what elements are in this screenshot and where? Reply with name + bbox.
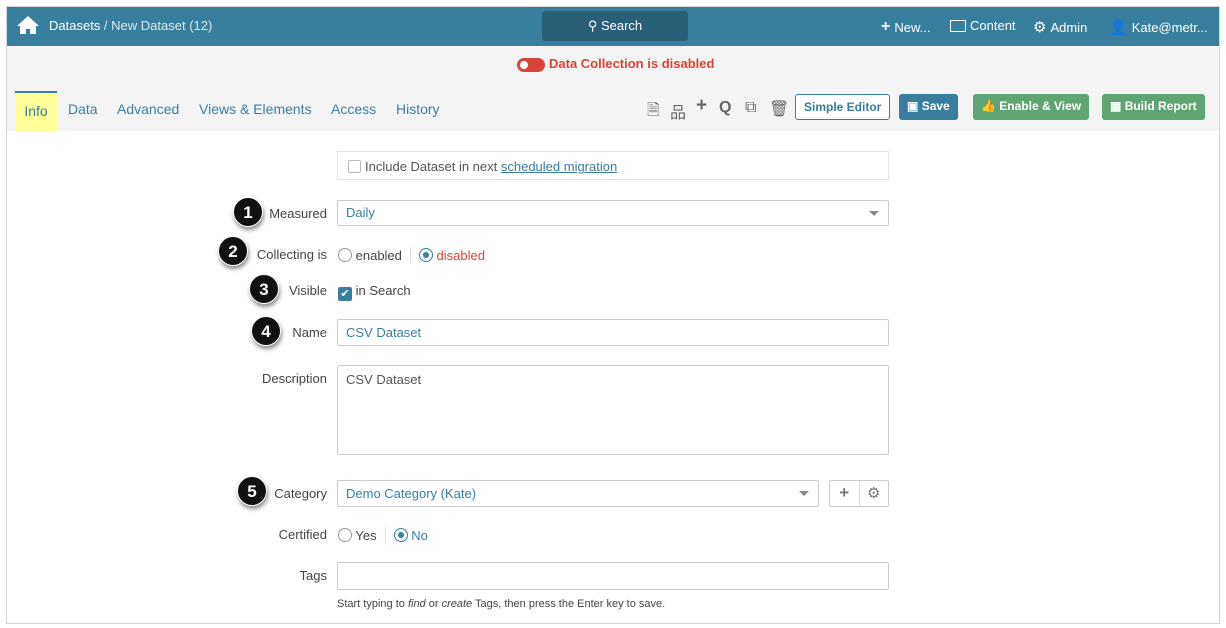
search-button[interactable]: ⚲ Search	[542, 11, 688, 41]
enable-view-label: Enable & View	[999, 99, 1082, 113]
help-text-part: Tags, then press the Enter key to save.	[472, 598, 666, 610]
divider	[384, 527, 386, 543]
tab-views-elements[interactable]: Views & Elements	[199, 101, 312, 117]
folder-icon	[950, 19, 966, 32]
enable-view-button[interactable]: 👍 Enable & View	[973, 94, 1090, 120]
content-menu[interactable]: Content	[950, 18, 1016, 33]
certified-label: Certified	[278, 527, 327, 542]
tags-label: Tags	[299, 568, 327, 583]
save-label: Save	[921, 99, 950, 113]
build-report-button[interactable]: ▦ Build Report	[1102, 94, 1205, 120]
tab-data[interactable]: Data	[68, 101, 98, 117]
thumbs-up-icon: 👍	[981, 99, 996, 113]
tab-advanced[interactable]: Advanced	[117, 101, 179, 117]
measured-value: Daily	[346, 205, 375, 220]
content-label: Content	[970, 18, 1016, 33]
search-label: Search	[600, 18, 643, 33]
certified-yes-radio[interactable]	[338, 528, 352, 542]
certified-yes-label[interactable]: Yes	[355, 528, 376, 543]
migration-text: Include Dataset in next	[365, 159, 501, 174]
copy-icon[interactable]: ⧉	[745, 99, 756, 117]
new-label: New...	[894, 19, 931, 35]
migration-checkbox[interactable]	[348, 160, 361, 173]
search-icon[interactable]: Q	[719, 99, 731, 117]
admin-menu[interactable]: ⚙ Admin	[1033, 18, 1087, 36]
hierarchy-icon[interactable]: 品	[670, 99, 686, 123]
home-icon[interactable]	[16, 15, 40, 35]
collecting-enabled-label[interactable]: enabled	[356, 248, 402, 263]
measured-select[interactable]: Daily	[337, 200, 889, 226]
table-icon: ▦	[1110, 99, 1122, 113]
gear-icon: ⚙	[1033, 19, 1047, 36]
chevron-down-icon	[799, 491, 809, 496]
collecting-disabled-radio[interactable]	[418, 248, 433, 262]
search-icon: ⚲	[587, 18, 598, 33]
certified-radio-group: Yes No	[338, 527, 428, 543]
tab-info[interactable]: Info	[15, 91, 57, 131]
gear-icon[interactable]: ⚙	[860, 481, 889, 506]
admin-label: Admin	[1050, 19, 1088, 35]
app-window: Datasets / New Dataset (12) ⚲ Search + Ne…	[6, 6, 1220, 624]
build-report-label: Build Report	[1124, 99, 1197, 113]
name-label: Name	[292, 325, 327, 340]
add-category-button[interactable]: +	[830, 481, 860, 506]
tags-help-text: Start typing to find or create Tags, the…	[337, 598, 665, 610]
collecting-radio-group: enabled disabled	[338, 247, 485, 263]
document-icon[interactable]: 🗎	[647, 99, 660, 126]
category-actions: + ⚙	[829, 480, 889, 507]
collecting-enabled-radio[interactable]	[338, 248, 352, 262]
user-icon: 👤	[1109, 19, 1128, 36]
chevron-down-icon	[869, 211, 879, 216]
tab-access[interactable]: Access	[331, 101, 376, 117]
user-menu[interactable]: 👤 Kate@metr...	[1109, 18, 1208, 36]
breadcrumb-datasets[interactable]: Datasets	[49, 18, 100, 33]
measured-label: Measured	[269, 206, 327, 221]
help-text-find: find	[407, 598, 426, 610]
visible-option-label[interactable]: in Search	[356, 283, 411, 298]
top-nav-bar: Datasets / New Dataset (12) ⚲ Search + Ne…	[7, 7, 1219, 46]
trash-icon[interactable]: 🗑	[769, 99, 789, 119]
certified-no-radio[interactable]	[393, 528, 408, 542]
category-select[interactable]: Demo Category (Kate)	[337, 480, 819, 507]
step-badge-4: 4	[251, 316, 281, 346]
tab-history[interactable]: History	[396, 101, 440, 117]
description-textarea[interactable]: CSV Dataset	[337, 365, 889, 455]
simple-editor-button[interactable]: Simple Editor	[795, 94, 891, 120]
step-badge-1: 1	[233, 197, 263, 227]
step-badge-5: 5	[237, 476, 267, 506]
visible-checkbox[interactable]: ✔	[338, 287, 352, 301]
visible-option: ✔ in Search	[338, 283, 411, 301]
breadcrumb: Datasets / New Dataset (12)	[49, 18, 212, 33]
breadcrumb-separator: /	[100, 18, 112, 33]
help-text-part: or	[425, 598, 442, 610]
description-label: Description	[261, 371, 327, 386]
data-collection-toggle[interactable]	[517, 58, 545, 72]
user-label: Kate@metr...	[1131, 19, 1208, 35]
new-menu[interactable]: + New...	[881, 18, 930, 36]
collecting-disabled-label[interactable]: disabled	[437, 248, 485, 263]
help-text-create: create	[441, 598, 473, 610]
step-badge-3: 3	[249, 274, 279, 304]
certified-no-label[interactable]: No	[411, 528, 428, 543]
divider	[409, 247, 411, 263]
breadcrumb-current: New Dataset (12)	[111, 18, 213, 33]
help-text-part: Start typing to	[337, 598, 408, 610]
plus-icon: +	[881, 18, 891, 35]
plus-icon[interactable]: +	[696, 95, 707, 117]
name-input[interactable]: CSV Dataset	[337, 319, 889, 346]
tags-input[interactable]	[337, 562, 889, 590]
scheduled-migration-link[interactable]: scheduled migration	[501, 159, 617, 174]
category-value: Demo Category (Kate)	[346, 486, 477, 501]
migration-panel: Include Dataset in next scheduled migrat…	[337, 151, 889, 180]
category-label: Category	[274, 486, 327, 501]
step-badge-2: 2	[218, 236, 248, 266]
data-collection-status: Data Collection is disabled	[549, 56, 715, 71]
floppy-icon: ▣	[907, 99, 919, 113]
visible-label: Visible	[288, 283, 327, 298]
save-button[interactable]: ▣ Save	[899, 94, 958, 120]
